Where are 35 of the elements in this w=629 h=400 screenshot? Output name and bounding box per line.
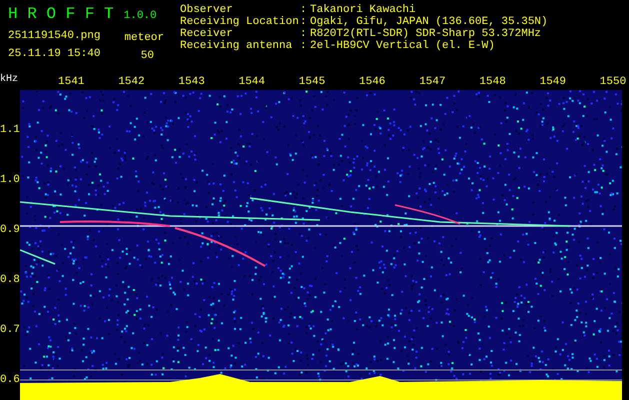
info-separator: :	[300, 40, 308, 52]
value-tick-label: 0.6	[0, 374, 20, 386]
value-tick-label: 0.7	[0, 324, 20, 336]
app-name: H R O F F T	[8, 4, 114, 24]
axis-unit: kHz	[0, 74, 18, 86]
value-tick-label: 0.9	[0, 224, 20, 236]
frequency-tick-label: 1549	[540, 76, 566, 88]
info-label: Observer	[180, 4, 234, 16]
frequency-tick-label: 1542	[118, 76, 145, 88]
frequency-tick-label: 1547	[419, 76, 446, 88]
info-separator: :	[300, 16, 308, 28]
info-label: Receiving antenna	[180, 40, 294, 52]
frequency-tick-label: 1544	[238, 76, 265, 88]
frequency-tick-label: 1550	[600, 76, 626, 88]
app-version: 1.0.0	[124, 9, 157, 24]
frequency-tick-label: 1541	[58, 76, 84, 88]
info-value: Takanori Kawachi	[310, 4, 416, 16]
info-label: Receiver	[180, 28, 234, 40]
info-separator: :	[300, 28, 308, 40]
info-value: 2el-HB9CV Vertical (el. E-W)	[310, 40, 495, 52]
value-tick-label: 1.1	[0, 124, 20, 136]
info-label: Receiving Location	[180, 16, 300, 28]
file-name: 2511191540.png	[8, 28, 100, 44]
mode-label: meteor	[124, 30, 164, 44]
info-value: R820T2(RTL-SDR) SDR-Sharp 53.372MHz	[310, 28, 542, 40]
meteor-count: 50	[140, 48, 154, 62]
frequency-tick-label: 1546	[359, 76, 386, 88]
date-time: 25.11.19 15:40	[8, 46, 100, 62]
frequency-tick-label: 1543	[178, 76, 205, 88]
frequency-tick-label: 1548	[479, 76, 506, 88]
info-value: Ogaki, Gifu, JAPAN (136.60E, 35.35N)	[310, 16, 548, 28]
frequency-tick-label: 1545	[298, 76, 326, 88]
value-tick-label: 0.8	[0, 274, 20, 286]
info-separator: :	[300, 4, 308, 16]
value-tick-label: 1.0	[0, 174, 20, 186]
